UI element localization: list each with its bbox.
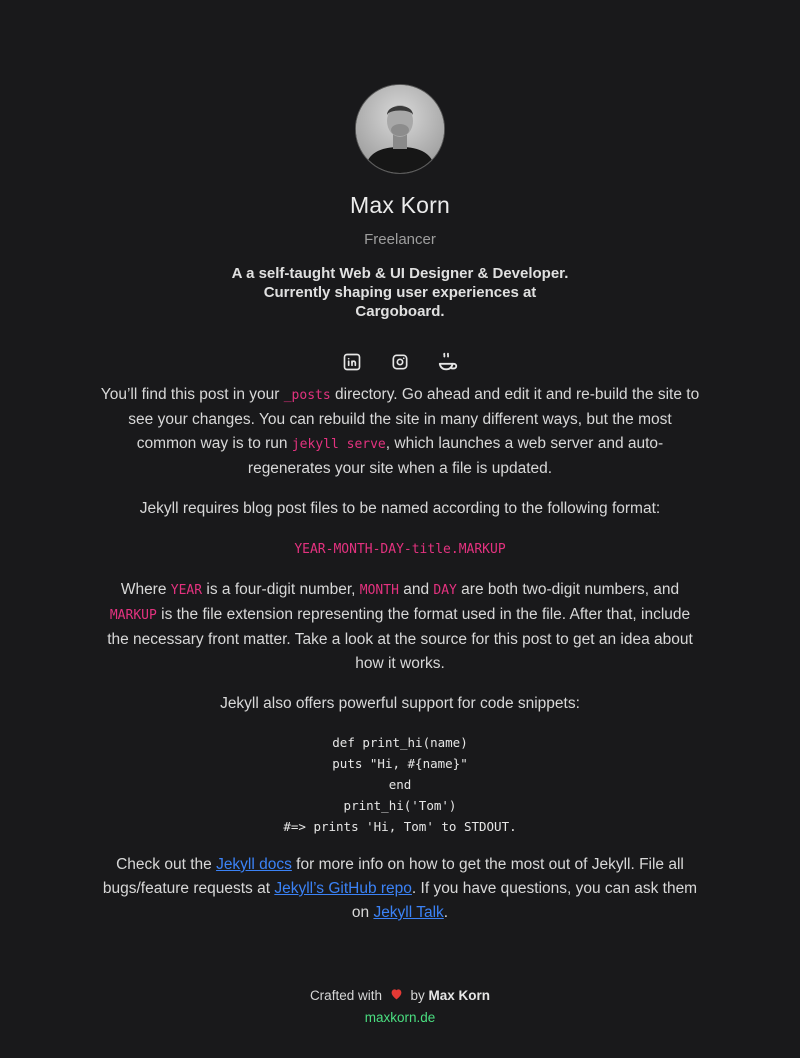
footer-author: Max Korn	[428, 988, 491, 1003]
post-content: You’ll find this post in your _posts dir…	[100, 383, 700, 925]
heart-icon	[390, 988, 403, 1003]
bio-line: Currently shaping user experiences at	[263, 284, 537, 301]
profile-bio: A a self-taught Web & UI Designer & Deve…	[220, 264, 580, 321]
buy-me-a-coffee-link[interactable]	[437, 351, 459, 373]
format-code-paragraph: YEAR-MONTH-DAY-title.MARKUP	[100, 537, 700, 562]
post-paragraph: You’ll find this post in your _posts dir…	[100, 383, 700, 481]
post-paragraph: Where YEAR is a four-digit number, MONTH…	[100, 578, 700, 676]
code-line: end	[388, 777, 412, 792]
coffee-icon	[438, 352, 458, 371]
text: is a four-digit number,	[202, 581, 360, 598]
post-paragraph: Jekyll also offers powerful support for …	[220, 695, 580, 712]
format-code: YEAR-MONTH-DAY-title.MARKUP	[294, 542, 506, 557]
code-line: #=> prints 'Hi, Tom' to STDOUT.	[283, 819, 517, 834]
linkedin-icon	[343, 353, 361, 371]
avatar	[355, 84, 445, 174]
post-paragraph: Jekyll requires blog post files to be na…	[139, 500, 661, 517]
inline-code: jekyll serve	[291, 437, 386, 452]
footer: Crafted with by Max Korn maxkorn.de	[0, 988, 800, 1025]
instagram-icon	[392, 354, 408, 370]
linkedin-link[interactable]	[341, 351, 363, 373]
profile-role: Freelancer	[364, 231, 436, 248]
text: are both two-digit numbers, and	[456, 581, 680, 598]
inline-code: DAY	[433, 583, 457, 598]
text: Where	[120, 581, 171, 598]
bio-line: A a self-taught Web & UI Designer & Deve…	[231, 265, 569, 282]
jekyll-talk-link[interactable]: Jekyll Talk	[373, 904, 443, 921]
inline-code: MARKUP	[109, 608, 157, 623]
footer-by: by	[410, 988, 425, 1003]
site-link[interactable]: maxkorn.de	[0, 1010, 800, 1025]
jekyll-github-link[interactable]: Jekyll’s GitHub repo	[274, 880, 412, 897]
social-links	[0, 351, 800, 375]
text: and	[398, 581, 434, 598]
code-line: print_hi('Tom')	[343, 798, 457, 813]
text: You’ll find this post in your	[100, 386, 284, 403]
text: .	[443, 904, 449, 921]
post-paragraph: Check out the Jekyll docs for more info …	[100, 853, 700, 925]
inline-code: _posts	[283, 388, 331, 403]
inline-code: YEAR	[170, 583, 203, 598]
text: Check out the	[116, 856, 217, 873]
inline-code: MONTH	[359, 583, 399, 598]
instagram-link[interactable]	[389, 351, 411, 373]
code-block: def print_hi(name) puts "Hi, #{name}" en…	[100, 732, 700, 837]
code-line: def print_hi(name)	[332, 735, 468, 750]
footer-crafted: Crafted with	[309, 988, 382, 1003]
code-line: puts "Hi, #{name}"	[332, 756, 468, 771]
profile-name: Max Korn	[349, 192, 451, 218]
text: is the file extension representing the f…	[107, 606, 693, 672]
bio-line: Cargoboard.	[355, 303, 445, 320]
jekyll-docs-link[interactable]: Jekyll docs	[216, 856, 292, 873]
page: Max Korn Freelancer A a self-taught Web …	[0, 0, 800, 1058]
